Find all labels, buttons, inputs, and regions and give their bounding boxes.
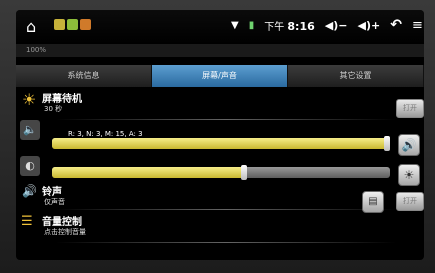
tab-bar: 系统信息 屏幕/声音 其它设置: [16, 65, 424, 87]
screen-timeout-title: 屏幕待机: [42, 94, 82, 105]
menu-icon[interactable]: ≡: [412, 18, 423, 33]
tab-other-settings[interactable]: 其它设置: [288, 65, 424, 87]
volume-slider-info: R: 3, N: 3, M: 15, A: 3: [68, 130, 143, 138]
arrow-back-icon[interactable]: ↶: [390, 17, 402, 33]
tab-system-info[interactable]: 系统信息: [16, 65, 152, 87]
sun-icon: ☀: [22, 90, 37, 109]
volume-control-title: 音量控制: [42, 217, 82, 228]
brightness-slider-fill: [52, 167, 242, 178]
app-icon-1: [54, 19, 65, 30]
volume-slider-fill: [52, 138, 384, 149]
divider: [56, 119, 396, 120]
notification-icons: [54, 19, 91, 30]
speaker-icon-small: 🔊: [22, 184, 37, 198]
tab-screen-sound[interactable]: 屏幕/声音: [152, 65, 288, 87]
title-strip-text: 100%: [26, 46, 47, 54]
ringtone-title: 铃声: [42, 187, 62, 198]
brightness-low-icon: ◐: [20, 156, 40, 176]
volume-control-subtitle[interactable]: 点击控制音量: [44, 227, 86, 237]
screen-timeout-value: 30 秒: [44, 105, 63, 113]
speaker-mute-icon: 🔈: [20, 120, 40, 140]
volume-down-button[interactable]: ◀)−: [325, 19, 348, 32]
volume-slider-thumb[interactable]: [384, 136, 390, 151]
home-icon[interactable]: ⌂: [26, 18, 44, 36]
status-bar: ⌂ ▼ ▮ 下午 8:16 ◀)− ◀)+ ↶ ≡: [16, 10, 424, 44]
ringtone-subtitle: 仅声音: [44, 198, 65, 206]
app-icon-3: [80, 19, 91, 30]
divider: [56, 242, 396, 243]
title-strip: 100%: [16, 44, 424, 57]
sliders-icon: ☰: [21, 214, 33, 229]
brightness-icon[interactable]: ☀: [398, 164, 420, 186]
time-prefix: 下午: [264, 21, 285, 33]
clock-time: 8:16: [287, 19, 315, 33]
volume-up-button[interactable]: ◀)+: [358, 19, 381, 32]
device-screen: ⌂ ▼ ▮ 下午 8:16 ◀)− ◀)+ ↶ ≡ 100% 系统信息 屏幕/声…: [16, 10, 424, 260]
brightness-slider[interactable]: [52, 165, 390, 180]
divider: [56, 209, 396, 210]
screen-timeout-toggle[interactable]: 打开: [396, 99, 424, 118]
brightness-slider-thumb[interactable]: [241, 165, 248, 180]
speaker-icon[interactable]: 🔊: [398, 134, 420, 156]
ringtone-toggle[interactable]: 打开: [396, 192, 424, 211]
app-icon-2: [67, 19, 78, 30]
volume-slider[interactable]: [52, 136, 390, 151]
battery-icon: ▮: [248, 19, 255, 31]
wifi-icon: ▼: [231, 19, 239, 31]
